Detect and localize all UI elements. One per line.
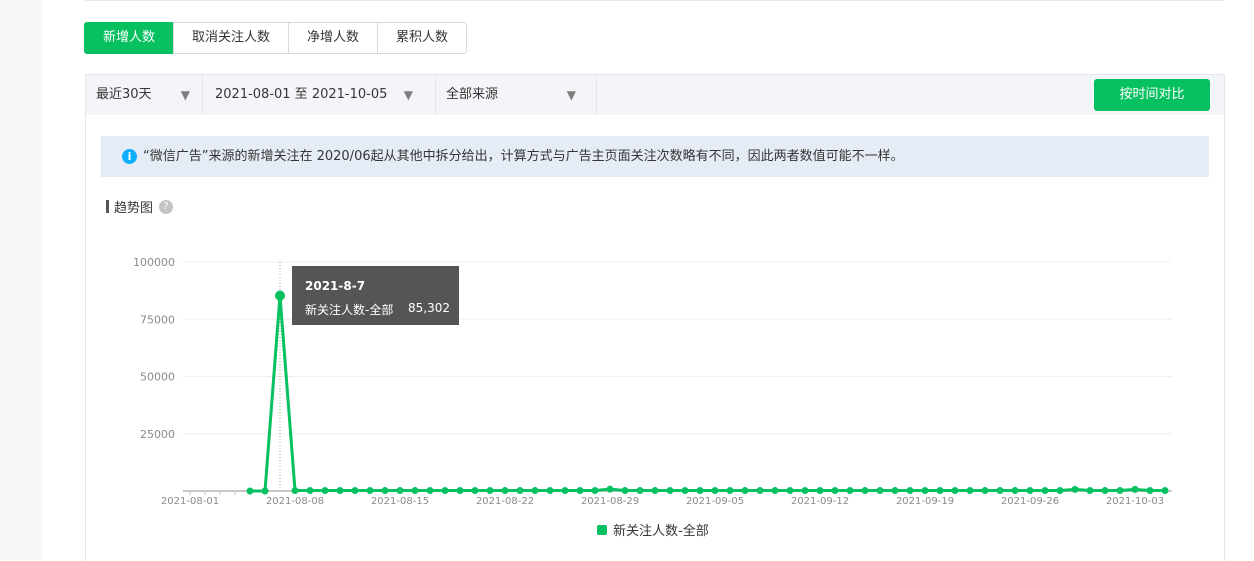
data-point: [1101, 487, 1109, 495]
data-point: [621, 487, 629, 495]
data-point: [1146, 487, 1154, 495]
data-point: [906, 487, 914, 495]
data-point: [1011, 487, 1019, 495]
data-point: [246, 487, 254, 495]
data-point: [756, 487, 764, 495]
data-point: [696, 487, 704, 495]
data-point: [471, 487, 479, 495]
data-point: [591, 487, 599, 495]
data-point: [486, 487, 494, 495]
x-tick-label: 2021-08-22: [476, 496, 534, 507]
data-point: [1086, 487, 1094, 495]
data-point: [1116, 487, 1124, 495]
data-point: [876, 487, 884, 495]
data-point: [1056, 487, 1064, 495]
tooltip-series: 新关注人数-全部: [305, 303, 394, 317]
data-point: [441, 487, 449, 495]
data-point: [801, 487, 809, 495]
data-point: [516, 487, 524, 495]
data-point: [366, 487, 374, 495]
y-tick-label: 75000: [140, 313, 175, 326]
data-point: [711, 487, 719, 495]
legend-label: 新关注人数-全部: [613, 524, 709, 539]
data-point: [741, 487, 749, 495]
data-point: [456, 487, 464, 495]
chart-tooltip: 2021-8-7 新关注人数-全部 85,302: [292, 266, 459, 325]
tooltip-value: 85,302: [408, 301, 450, 315]
data-point: [816, 487, 824, 495]
x-tick-label: 2021-08-15: [371, 496, 429, 507]
data-point: [891, 487, 899, 495]
chart-legend[interactable]: 新关注人数-全部: [597, 520, 709, 539]
data-point: [651, 487, 659, 495]
data-point: [501, 487, 509, 495]
x-tick-label: 2021-08-29: [581, 496, 639, 507]
data-point: [426, 487, 434, 495]
data-point: [996, 487, 1004, 495]
x-tick-label: 2021-10-03: [1106, 496, 1164, 507]
data-point: [831, 487, 839, 495]
data-point: [1041, 487, 1049, 495]
data-point: [771, 487, 779, 495]
x-tick-label: 2021-09-26: [1001, 496, 1059, 507]
data-point: [846, 487, 854, 495]
data-point: [1026, 487, 1034, 495]
trend-chart: 25000 50000 75000 100000 2021-08-01 2021-08-0…: [133, 256, 1172, 507]
x-tick-label: 2021-09-05: [686, 496, 744, 507]
data-point: [936, 487, 944, 495]
x-tick-label: 2021-08-08: [266, 496, 324, 507]
y-tick-label: 100000: [133, 256, 175, 269]
data-point: [275, 290, 285, 301]
x-tick-label: 2021-08-01: [161, 496, 219, 507]
data-point: [606, 485, 614, 493]
tooltip-date: 2021-8-7: [305, 279, 366, 293]
data-point: [966, 487, 974, 495]
data-point: [636, 487, 644, 495]
data-point: [981, 487, 989, 495]
data-point: [291, 487, 299, 495]
y-tick-label: 50000: [140, 371, 175, 384]
x-tick-label: 2021-09-12: [791, 496, 849, 507]
x-tick-label: 2021-09-19: [896, 496, 954, 507]
data-point: [261, 487, 269, 495]
data-point: [861, 487, 869, 495]
data-point: [396, 487, 404, 495]
data-point: [786, 487, 794, 495]
data-point: [321, 487, 329, 495]
data-point: [546, 487, 554, 495]
data-point: [1131, 485, 1139, 493]
data-point: [411, 487, 419, 495]
data-point: [351, 487, 359, 495]
data-point: [951, 487, 959, 495]
data-point: [726, 487, 734, 495]
data-point: [1071, 485, 1079, 493]
data-point: [921, 487, 929, 495]
data-point: [576, 487, 584, 495]
data-point: [381, 487, 389, 495]
data-point: [1161, 487, 1169, 495]
data-point: [561, 487, 569, 495]
legend-swatch: [597, 524, 607, 535]
y-tick-label: 25000: [140, 428, 175, 441]
data-point: [336, 487, 344, 495]
data-point: [531, 487, 539, 495]
data-point: [681, 487, 689, 495]
data-point: [666, 487, 674, 495]
data-point: [306, 487, 314, 495]
